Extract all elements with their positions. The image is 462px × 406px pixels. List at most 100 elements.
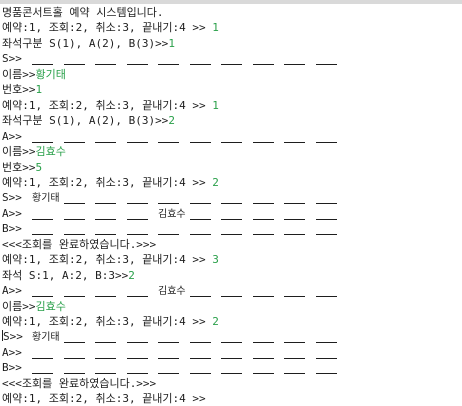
seat-empty [284, 54, 305, 66]
console-line: 명품콘서트홀 예약 시스템입니다. [2, 5, 164, 20]
console-top-border [0, 2, 462, 4]
console-text: 번호>> [2, 160, 36, 174]
console-line: 번호>>1 [2, 82, 42, 97]
console-text: 예약:1, 조회:2, 취소:3, 끝내기:4 >> [2, 98, 213, 112]
seat-row: A>> 김효수 [2, 206, 462, 221]
seat-empty [221, 209, 242, 220]
console-output[interactable]: 명품콘서트홀 예약 시스템입니다. 예약:1, 조회:2, 취소:3, 끝내기:4… [0, 0, 462, 406]
console-text: 예약:1, 조회:2, 취소:3, 끝내기:4 >> [2, 315, 213, 328]
seat-empty [252, 286, 274, 298]
seat-empty [95, 54, 116, 66]
seat-empty [189, 193, 211, 205]
console-line: 예약:1, 조회:2, 취소:3, 끝내기:4 >> 3 [2, 252, 219, 267]
seat-empty [63, 132, 85, 143]
seat-list [2, 221, 462, 236]
user-input: 2 [212, 175, 219, 189]
seat-empty [126, 132, 148, 143]
seat-row: S>> 황기태 [2, 190, 462, 205]
console-line: <<<조회를 완료하였습니다.>>> [2, 376, 156, 391]
seat-empty [284, 286, 305, 298]
seat-empty [95, 132, 116, 143]
seat-empty [284, 363, 305, 375]
console-text: 예약:1, 조회:2, 취소:3, 끝내기:4 >> [2, 392, 213, 406]
seat-empty [284, 193, 305, 205]
console-line: 좌석구분 S(1), A(2), B(3)>>1 [2, 36, 175, 51]
seat-empty [221, 348, 242, 359]
console-text: 명품콘서트홀 예약 시스템입니다. [2, 6, 164, 19]
seat-empty [315, 363, 337, 375]
user-input: 3 [212, 253, 219, 267]
seat-empty [158, 193, 179, 205]
seat-empty [126, 209, 148, 220]
seat-list [2, 129, 462, 144]
seat-empty [252, 132, 274, 143]
console-line: 이름>>김효수 [2, 299, 66, 314]
seat-row: B>> [2, 360, 462, 375]
user-input: 김효수 [35, 145, 66, 159]
seat-row: A>> 김효수 [2, 283, 462, 298]
seat-empty [189, 132, 211, 143]
seat-empty [284, 224, 305, 236]
seat-empty [315, 286, 337, 298]
console-text: 예약:1, 조회:2, 취소:3, 끝내기:4 >> [2, 21, 213, 35]
seat-empty [189, 54, 211, 66]
seat-empty [32, 209, 53, 220]
seat-empty [95, 286, 116, 298]
seat-row: B>> [2, 221, 462, 236]
seat-empty [189, 224, 211, 236]
console-text: 예약:1, 조회:2, 취소:3, 끝내기:4 >> [2, 253, 213, 267]
seat-empty [315, 132, 337, 143]
seat-empty [32, 224, 53, 236]
seat-empty [221, 224, 242, 236]
seat-empty [126, 332, 148, 344]
seat-empty [252, 193, 274, 205]
console-text: 이름>> [2, 67, 36, 81]
console-text: <<<조회를 완료하였습니다.>>> [2, 237, 157, 251]
user-input: 5 [35, 160, 43, 174]
seat-empty [315, 332, 337, 344]
console-line: 예약:1, 조회:2, 취소:3, 끝내기:4 >> 1 [2, 20, 219, 35]
seat-empty [158, 363, 179, 375]
console-line: 이름>>김효수 [2, 144, 66, 159]
seat-empty [189, 348, 211, 359]
seat-empty [63, 332, 85, 344]
seat-empty [158, 224, 179, 236]
seat-row: A>> [2, 345, 462, 360]
seat-empty [315, 54, 337, 66]
console-line: 예약:1, 조회:2, 취소:3, 끝내기:4 >> 2 [2, 175, 219, 190]
seat-list [2, 51, 462, 66]
console-text: 좌석 S:1, A:2, B:3>> [2, 268, 129, 282]
seat-empty [315, 224, 337, 236]
console-text: 좌석구분 S(1), A(2), B(3)>> [2, 114, 169, 128]
console-line: 번호>>5 [2, 160, 42, 175]
seat-list: 황기태 [2, 329, 462, 344]
seat-empty [63, 224, 85, 236]
seat-empty [95, 193, 116, 205]
seat-empty [315, 348, 337, 359]
seat-empty [95, 348, 116, 359]
seat-empty [63, 209, 85, 220]
seat-empty [158, 348, 179, 359]
seat-empty [284, 132, 305, 143]
console-text: 이름>> [2, 145, 36, 159]
seat-empty [32, 363, 53, 375]
seat-list: 황기태 [2, 190, 462, 205]
seat-empty [189, 286, 211, 298]
seat-empty [126, 54, 148, 66]
seat-row: S>> 황기태 [2, 329, 462, 344]
console-text: 예약:1, 조회:2, 취소:3, 끝내기:4 >> [2, 175, 213, 189]
console-text: 좌석구분 S(1), A(2), B(3)>> [2, 36, 169, 50]
seat-empty [32, 348, 53, 359]
seat-empty [158, 132, 179, 143]
user-input: 황기태 [35, 67, 66, 81]
seat-empty [221, 132, 242, 143]
seat-empty [95, 209, 116, 220]
seat-reserved: 황기태 [32, 332, 60, 344]
seat-reserved: 김효수 [158, 208, 186, 220]
console-text: 번호>> [2, 83, 36, 97]
console-line: 예약:1, 조회:2, 취소:3, 끝내기:4 >> 1 [2, 98, 219, 113]
seat-empty [63, 54, 85, 66]
seat-empty [315, 193, 337, 205]
seat-empty [95, 332, 116, 344]
seat-empty [32, 132, 53, 143]
